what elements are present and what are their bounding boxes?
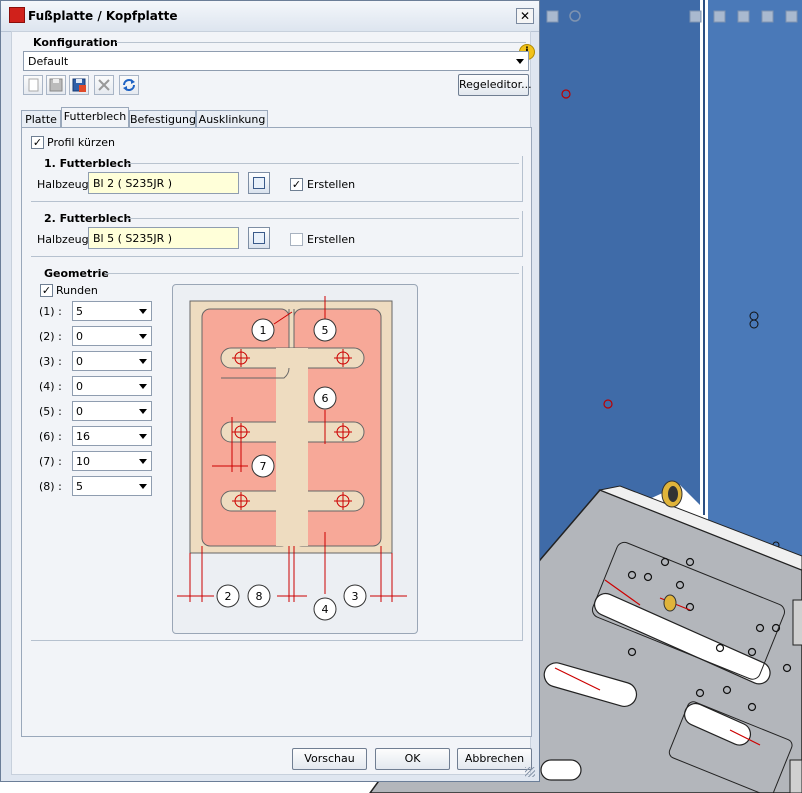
tab-ausklinkung[interactable]: Ausklinkung xyxy=(196,110,268,128)
filler2-create-checkbox[interactable] xyxy=(290,233,303,246)
save-as-icon[interactable] xyxy=(69,75,89,95)
chevron-down-icon xyxy=(139,309,147,314)
marker-5: 5 xyxy=(322,324,329,337)
marker-8: 8 xyxy=(256,590,263,603)
chevron-down-icon xyxy=(139,359,147,364)
marker-3: 3 xyxy=(352,590,359,603)
cancel-button[interactable]: Abbrechen xyxy=(457,748,532,770)
configuration-heading: Konfiguration xyxy=(33,36,118,49)
marker-6: 6 xyxy=(322,392,329,405)
title-bar[interactable]: Fußplatte / Kopfplatte ✕ xyxy=(1,1,539,32)
resize-grip-icon[interactable] xyxy=(525,767,535,777)
close-button[interactable]: ✕ xyxy=(516,8,534,24)
chevron-down-icon xyxy=(139,334,147,339)
filler1-heading: 1. Futterblech xyxy=(44,157,132,170)
round-checkbox[interactable]: ✓ xyxy=(40,284,53,297)
tab-futterblech[interactable]: Futterblech xyxy=(61,107,129,128)
configuration-dropdown[interactable]: Default xyxy=(23,51,529,71)
marker-4: 4 xyxy=(322,603,329,616)
chevron-down-icon xyxy=(516,59,524,64)
param-value: 0 xyxy=(76,380,83,393)
param-2-dropdown[interactable]: 0 xyxy=(72,326,152,346)
param-4-dropdown[interactable]: 0 xyxy=(72,376,152,396)
param-label: (4) : xyxy=(39,380,62,393)
param-label: (2) : xyxy=(39,330,62,343)
param-1-dropdown[interactable]: 5 xyxy=(72,301,152,321)
divider xyxy=(116,42,526,43)
save-icon[interactable] xyxy=(46,75,66,95)
param-7-dropdown[interactable]: 10 xyxy=(72,451,152,471)
filler2-stock-field[interactable]: Bl 5 ( S235JR ) xyxy=(88,227,239,249)
param-8-dropdown[interactable]: 5 xyxy=(72,476,152,496)
param-value: 0 xyxy=(76,355,83,368)
ok-button[interactable]: OK xyxy=(375,748,450,770)
new-icon[interactable] xyxy=(23,75,43,95)
catalog-icon xyxy=(253,177,265,189)
param-6-dropdown[interactable]: 16 xyxy=(72,426,152,446)
param-label: (7) : xyxy=(39,455,62,468)
marker-1: 1 xyxy=(260,324,267,337)
chevron-down-icon xyxy=(139,409,147,414)
filler1-library-button[interactable] xyxy=(248,172,270,194)
chevron-down-icon xyxy=(139,459,147,464)
marker-2: 2 xyxy=(225,590,232,603)
param-label: (8) : xyxy=(39,480,62,493)
preview-button[interactable]: Vorschau xyxy=(292,748,367,770)
configuration-value: Default xyxy=(28,55,69,68)
param-label: (6) : xyxy=(39,430,62,443)
filler2-heading: 2. Futterblech xyxy=(44,212,132,225)
chevron-down-icon xyxy=(139,434,147,439)
filler1-create-checkbox[interactable]: ✓ xyxy=(290,178,303,191)
geometry-diagram: 1 5 6 7 2 8 4 3 xyxy=(177,296,407,621)
param-value: 5 xyxy=(76,480,83,493)
divider xyxy=(127,163,519,164)
param-label: (5) : xyxy=(39,405,62,418)
filler2-stock-value: Bl 5 ( S235JR ) xyxy=(93,232,173,245)
param-value: 0 xyxy=(76,405,83,418)
filler2-create-label: Erstellen xyxy=(307,233,356,246)
filler2-stock-label: Halbzeug: xyxy=(37,233,93,246)
catalog-icon xyxy=(253,232,265,244)
divider xyxy=(127,218,519,219)
filler1-create-label: Erstellen xyxy=(307,178,356,191)
param-value: 5 xyxy=(76,305,83,318)
refresh-icon[interactable] xyxy=(119,75,139,95)
tab-befestigung[interactable]: Befestigung xyxy=(129,110,196,128)
divider xyxy=(105,273,519,274)
param-3-dropdown[interactable]: 0 xyxy=(72,351,152,371)
marker-7: 7 xyxy=(260,460,267,473)
tab-platte[interactable]: Platte xyxy=(21,110,61,128)
app-logo-icon xyxy=(9,7,25,23)
filler1-stock-label: Halbzeug: xyxy=(37,178,93,191)
param-label: (1) : xyxy=(39,305,62,318)
filler1-stock-field[interactable]: Bl 2 ( S235JR ) xyxy=(88,172,239,194)
dialog-title: Fußplatte / Kopfplatte xyxy=(28,9,178,23)
param-value: 0 xyxy=(76,330,83,343)
dialog-window: Fußplatte / Kopfplatte ✕ Konfiguration i… xyxy=(0,0,540,782)
geometry-heading: Geometrie xyxy=(44,267,109,280)
round-label: Runden xyxy=(56,284,98,297)
chevron-down-icon xyxy=(139,484,147,489)
param-label: (3) : xyxy=(39,355,62,368)
rules-editor-button[interactable]: Regeleditor... xyxy=(458,74,532,96)
param-5-dropdown[interactable]: 0 xyxy=(72,401,152,421)
chevron-down-icon xyxy=(139,384,147,389)
filler1-stock-value: Bl 2 ( S235JR ) xyxy=(93,177,173,190)
delete-icon[interactable] xyxy=(94,75,114,95)
filler2-library-button[interactable] xyxy=(248,227,270,249)
param-value: 16 xyxy=(76,430,90,443)
shorten-profile-label: Profil kürzen xyxy=(47,136,115,149)
shorten-profile-checkbox[interactable]: ✓ xyxy=(31,136,44,149)
param-value: 10 xyxy=(76,455,90,468)
